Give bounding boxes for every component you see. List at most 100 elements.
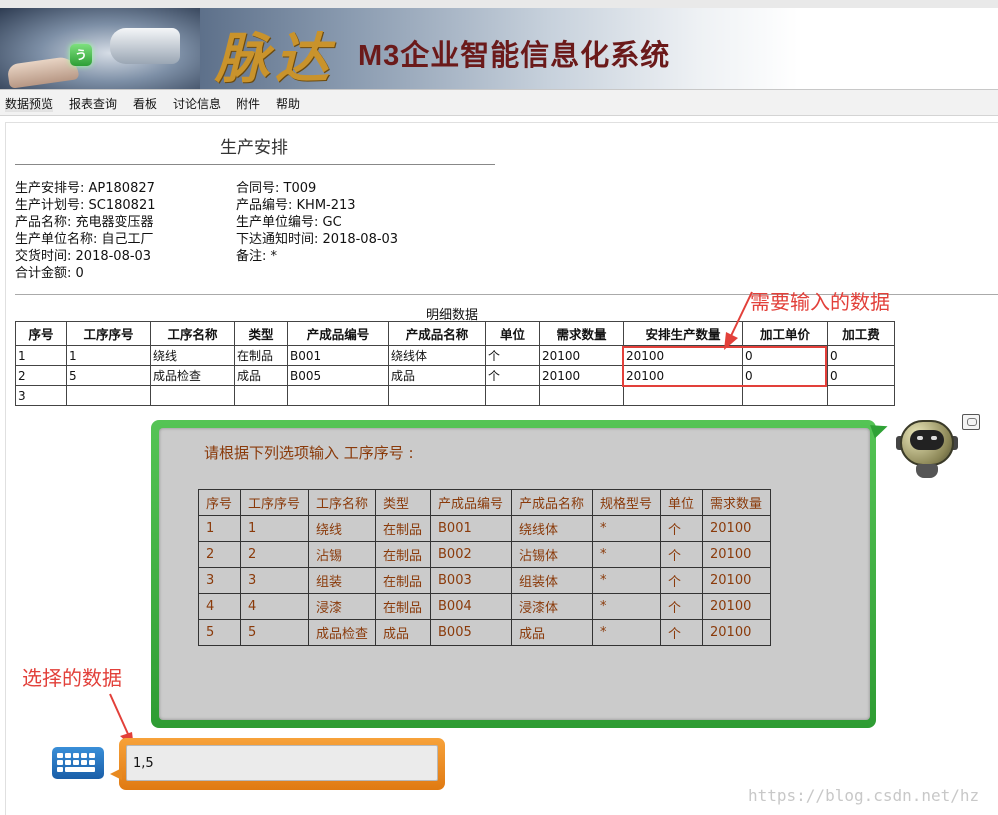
banner-badge-icon: う (70, 44, 92, 66)
col-header: 单位 (660, 489, 704, 516)
col-header: 需求数量 (702, 489, 772, 516)
chat-bubble-icon[interactable] (962, 414, 980, 430)
field-value: * (270, 249, 278, 264)
field-value: 0 (75, 266, 84, 281)
table-cell: B003 (430, 567, 513, 594)
robot-assistant-icon[interactable] (896, 414, 958, 478)
table-row[interactable]: 2 5 成品检查 成品 B005 成品 个 20100 20100 0 0 (15, 365, 895, 386)
field-value: 2018-08-03 (322, 232, 399, 247)
col-header: 产成品名称 (388, 321, 486, 346)
table-cell: 个 (485, 365, 540, 386)
option-row[interactable]: 3 3 组装 在制品 B003 组装体 * 个 20100 (198, 567, 772, 594)
table-cell: 2 (198, 541, 241, 568)
table-cell: B002 (430, 541, 513, 568)
table-cell: * (592, 541, 662, 568)
robot-eye (917, 436, 923, 440)
table-cell: 成品 (511, 619, 594, 646)
table-cell: 在制品 (234, 345, 288, 366)
table-cell (234, 385, 288, 406)
table-cell: 3 (198, 567, 241, 594)
input-pointer (110, 768, 122, 780)
table-cell: 2 (15, 365, 67, 386)
table-cell (388, 385, 486, 406)
option-row[interactable]: 1 1 绕线 在制品 B001 绕线体 * 个 20100 (198, 515, 772, 542)
table-cell-editable[interactable]: 0 (742, 365, 828, 386)
table-cell: 4 (198, 593, 241, 620)
table-cell: 个 (485, 345, 540, 366)
table-cell: 0 (827, 365, 895, 386)
table-cell: 1 (240, 515, 309, 542)
table-cell: 成品 (388, 365, 486, 386)
watermark: https://blog.csdn.net/hz (748, 786, 980, 805)
menu-item-discussion[interactable]: 讨论信息 (173, 95, 221, 112)
option-row[interactable]: 5 5 成品检查 成品 B005 成品 * 个 20100 (198, 619, 772, 646)
table-cell (150, 385, 235, 406)
banner-robot-hand-graphic (110, 28, 180, 64)
col-header: 产成品编号 (287, 321, 389, 346)
table-cell: 2 (240, 541, 309, 568)
menu-item-report-query[interactable]: 报表查询 (69, 95, 117, 112)
table-cell: 5 (198, 619, 241, 646)
table-cell-editable[interactable]: 20100 (623, 365, 743, 386)
options-table: 序号 工序序号 工序名称 类型 产成品编号 产成品名称 规格型号 单位 需求数量… (198, 489, 772, 646)
col-header: 工序名称 (307, 489, 377, 516)
table-cell: 绕线 (307, 515, 377, 542)
table-cell: 1 (198, 515, 241, 542)
table-cell: 在制品 (375, 593, 432, 620)
keyboard-icon[interactable] (52, 747, 104, 779)
table-cell[interactable]: 5 (66, 365, 151, 386)
table-cell-editable[interactable] (742, 385, 828, 406)
table-cell: 个 (660, 541, 704, 568)
table-cell: 5 (240, 619, 309, 646)
table-cell-editable[interactable] (623, 385, 743, 406)
table-cell: 成品检查 (307, 619, 377, 646)
selection-input[interactable] (126, 745, 438, 781)
menu-item-help[interactable]: 帮助 (276, 95, 300, 112)
col-header: 工序序号 (240, 489, 309, 516)
col-header: 单位 (485, 321, 540, 346)
col-header: 类型 (375, 489, 432, 516)
table-cell: 成品检查 (150, 365, 235, 386)
col-header: 类型 (234, 321, 288, 346)
table-cell: * (592, 619, 662, 646)
annotation-arrow-top (724, 291, 753, 350)
field-value: 2018-08-03 (75, 249, 152, 264)
table-cell: 浸漆 (307, 593, 377, 620)
table-cell: 3 (15, 385, 67, 406)
table-cell: 4 (240, 593, 309, 620)
option-row[interactable]: 2 2 沾锡 在制品 B002 沾锡体 * 个 20100 (198, 541, 772, 568)
table-cell[interactable]: 1 (66, 345, 151, 366)
col-header: 产成品名称 (511, 489, 594, 516)
page-title: 生产安排 (220, 138, 288, 158)
table-cell: 20100 (702, 619, 772, 646)
table-cell: 浸漆体 (511, 593, 594, 620)
col-header: 需求数量 (539, 321, 624, 346)
table-cell: 20100 (702, 515, 772, 542)
col-header: 序号 (15, 321, 67, 346)
col-header: 工序名称 (150, 321, 235, 346)
table-cell: 在制品 (375, 567, 432, 594)
table-row[interactable]: 3 (15, 385, 895, 406)
table-cell: 个 (660, 619, 704, 646)
table-cell: 绕线体 (511, 515, 594, 542)
field-total-amount: 合计金额: 0 (15, 262, 84, 281)
robot-body (916, 464, 938, 478)
title-divider (15, 164, 495, 165)
table-cell: 个 (660, 593, 704, 620)
table-cell[interactable] (66, 385, 151, 406)
table-cell (287, 385, 389, 406)
table-row[interactable]: 1 1 绕线 在制品 B001 绕线体 个 20100 20100 0 0 (15, 345, 895, 366)
menu-item-data-preview[interactable]: 数据预览 (5, 95, 54, 112)
menu-item-kanban[interactable]: 看板 (133, 95, 157, 112)
option-row[interactable]: 4 4 浸漆 在制品 B004 浸漆体 * 个 20100 (198, 593, 772, 620)
menu-item-attachment[interactable]: 附件 (236, 95, 260, 112)
banner-topline (0, 0, 998, 8)
table-cell: B005 (430, 619, 513, 646)
app-banner: う 脉达 M3企业智能信息化系统 (0, 0, 998, 90)
table-cell: B001 (430, 515, 513, 542)
table-cell: 成品 (234, 365, 288, 386)
table-cell: 绕线 (150, 345, 235, 366)
col-header: 产成品编号 (430, 489, 513, 516)
table-cell: 沾锡体 (511, 541, 594, 568)
table-cell: 在制品 (375, 541, 432, 568)
